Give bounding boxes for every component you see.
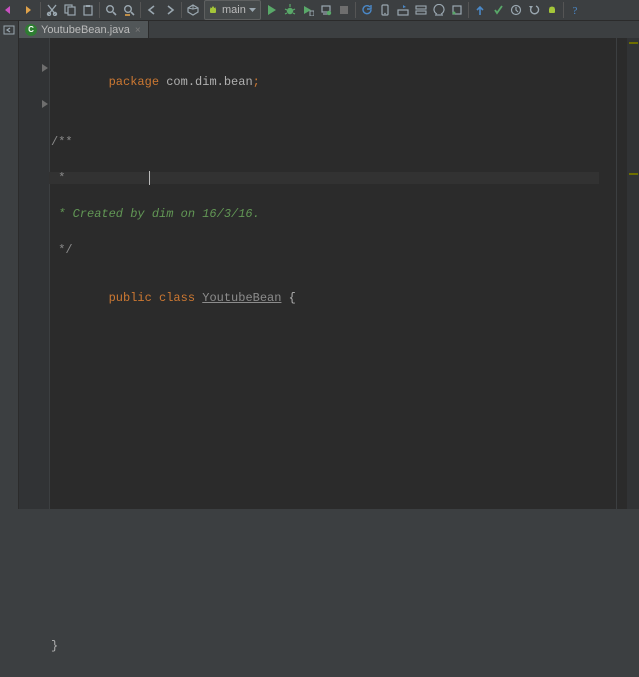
redo-arrow-icon[interactable] (20, 1, 38, 19)
vcs-revert-icon[interactable] (525, 1, 543, 19)
close-brace: } (51, 639, 58, 653)
separator (181, 2, 182, 18)
keyword-class: class (159, 291, 195, 305)
hide-toolwindows-icon (3, 24, 15, 36)
fold-toggle-icon[interactable] (41, 100, 49, 108)
vcs-update-icon[interactable] (471, 1, 489, 19)
run-with-coverage-icon[interactable] (299, 1, 317, 19)
run-icon[interactable] (263, 1, 281, 19)
vcs-commit-icon[interactable] (489, 1, 507, 19)
editor-tab-youtubebean[interactable]: C YoutubeBean.java × (19, 21, 149, 39)
back-icon[interactable] (143, 1, 161, 19)
forward-icon[interactable] (161, 1, 179, 19)
paste-icon[interactable] (79, 1, 97, 19)
tab-title: YoutubeBean.java (41, 24, 130, 36)
package-name: com.dim.bean (166, 75, 252, 89)
find-icon[interactable] (102, 1, 120, 19)
javadoc-line: * (51, 171, 65, 185)
main-toolbar: main (0, 0, 639, 21)
warning-stripe-marker[interactable] (629, 173, 638, 175)
attach-debugger-icon[interactable] (317, 1, 335, 19)
android-robot-icon[interactable] (543, 1, 561, 19)
java-class-icon: C (25, 24, 37, 36)
chevron-down-icon (249, 8, 256, 13)
left-toolwindow-strip[interactable] (0, 38, 19, 509)
separator (468, 2, 469, 18)
warning-stripe-marker[interactable] (629, 42, 638, 44)
run-configuration-selector[interactable]: main (204, 0, 261, 20)
cut-icon[interactable] (43, 1, 61, 19)
error-stripe[interactable] (627, 38, 639, 509)
right-margin-guide (616, 38, 617, 509)
editor-area: package com.dim.bean; /** * * Created by… (0, 38, 639, 509)
undo-arrow-icon[interactable] (2, 1, 20, 19)
keyword-package: package (109, 75, 159, 89)
javadoc-open: /** (51, 135, 73, 149)
make-project-icon[interactable] (184, 1, 202, 19)
ddms-icon[interactable] (412, 1, 430, 19)
open-brace: { (289, 291, 296, 305)
close-tab-icon[interactable]: × (134, 25, 142, 36)
separator (355, 2, 356, 18)
android-icon (207, 4, 219, 16)
code-content[interactable]: package com.dim.bean; /** * * Created by… (49, 38, 599, 676)
sdk-manager-icon[interactable] (394, 1, 412, 19)
toolwindow-strip-toggle[interactable] (0, 21, 19, 39)
replace-icon[interactable] (120, 1, 138, 19)
separator (40, 2, 41, 18)
vcs-history-icon[interactable] (507, 1, 525, 19)
copy-icon[interactable] (61, 1, 79, 19)
help-icon[interactable]: ? (566, 1, 584, 19)
semicolon: ; (253, 75, 260, 89)
keyword-public: public (109, 291, 152, 305)
code-editor[interactable]: package com.dim.bean; /** * * Created by… (19, 38, 639, 509)
sync-gradle-icon[interactable] (358, 1, 376, 19)
run-config-label: main (222, 5, 246, 16)
svg-text:?: ? (572, 5, 577, 16)
avd-manager-icon[interactable] (376, 1, 394, 19)
separator (99, 2, 100, 18)
text-caret (149, 171, 150, 185)
separator (563, 2, 564, 18)
profiler-icon[interactable] (448, 1, 466, 19)
separator (140, 2, 141, 18)
layout-inspector-icon[interactable] (430, 1, 448, 19)
editor-gutter[interactable] (19, 38, 50, 509)
fold-toggle-icon[interactable] (41, 64, 49, 72)
javadoc-author-line: * Created by dim on 16/3/16. (51, 207, 260, 221)
stop-icon[interactable] (335, 1, 353, 19)
class-name: YoutubeBean (202, 291, 281, 305)
javadoc-close: */ (51, 243, 73, 257)
debug-icon[interactable] (281, 1, 299, 19)
